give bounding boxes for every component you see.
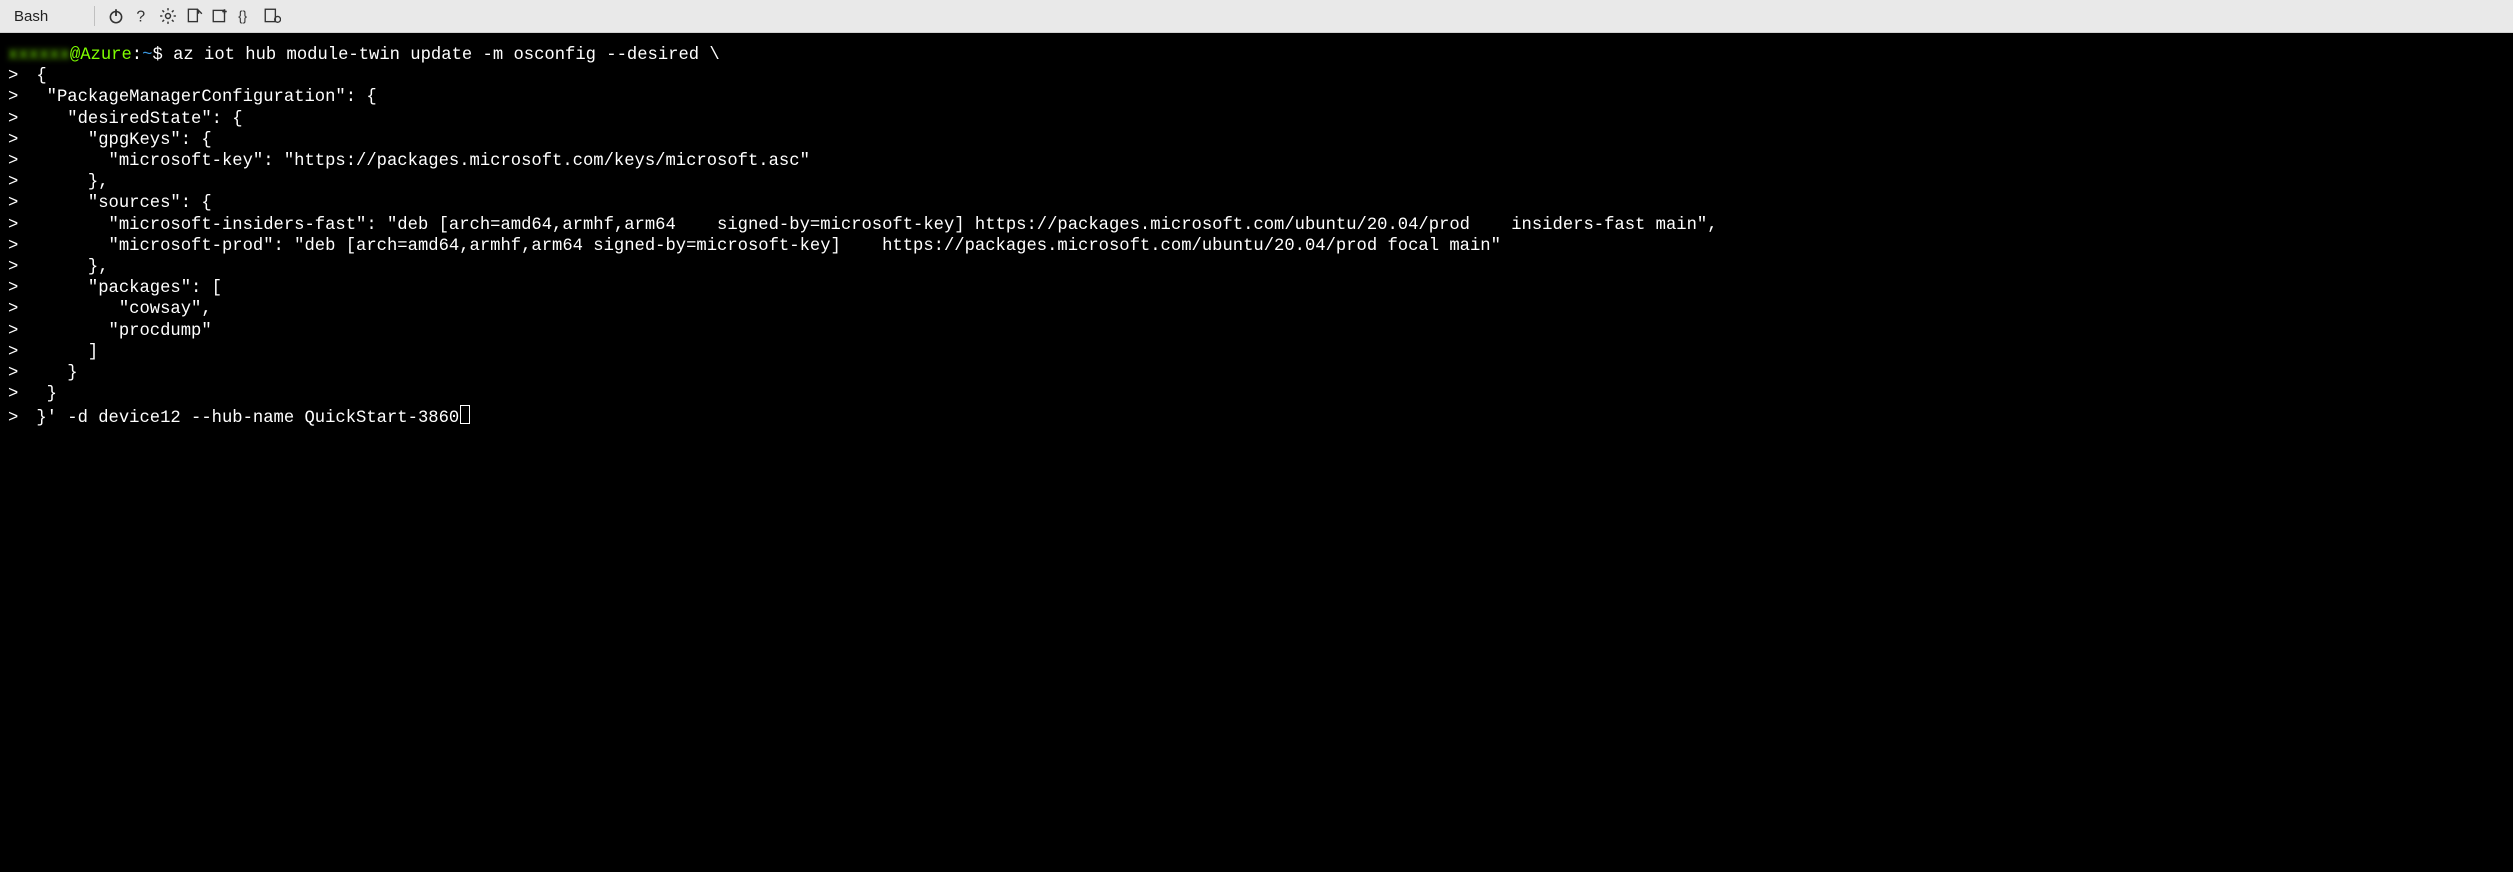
svg-text:?: ? bbox=[137, 9, 146, 25]
svg-text:{}: {} bbox=[238, 9, 248, 24]
terminal-cursor bbox=[460, 405, 470, 424]
terminal-pane[interactable]: xxxxxx@Azure:~$ az iot hub module-twin u… bbox=[0, 33, 2513, 872]
new-session-icon[interactable] bbox=[211, 7, 229, 25]
power-icon[interactable] bbox=[107, 7, 125, 25]
command-line-0: az iot hub module-twin update -m osconfi… bbox=[163, 46, 720, 65]
shell-selector-label: Bash bbox=[14, 8, 48, 25]
prompt-host: @Azure bbox=[70, 46, 132, 65]
continuation-block: > { > "PackageManagerConfiguration": { >… bbox=[8, 66, 2505, 405]
editor-braces-icon[interactable]: {} bbox=[237, 7, 255, 25]
command-last-line: }' -d device12 --hub-name QuickStart-386… bbox=[26, 409, 459, 428]
prompt-sep: : bbox=[132, 46, 142, 65]
upload-file-icon[interactable] bbox=[185, 7, 203, 25]
cloud-shell-toolbar: Bash ? {} bbox=[0, 0, 2513, 33]
toolbar-divider bbox=[94, 6, 95, 26]
prompt-path: ~ bbox=[142, 46, 152, 65]
prompt-symbol: $ bbox=[152, 46, 162, 65]
web-preview-icon[interactable] bbox=[263, 7, 281, 25]
continuation-prompt: > bbox=[8, 408, 26, 429]
settings-gear-icon[interactable] bbox=[159, 7, 177, 25]
help-icon[interactable]: ? bbox=[133, 7, 151, 25]
prompt-user: xxxxxx bbox=[8, 46, 70, 65]
shell-selector[interactable]: Bash bbox=[8, 6, 82, 27]
